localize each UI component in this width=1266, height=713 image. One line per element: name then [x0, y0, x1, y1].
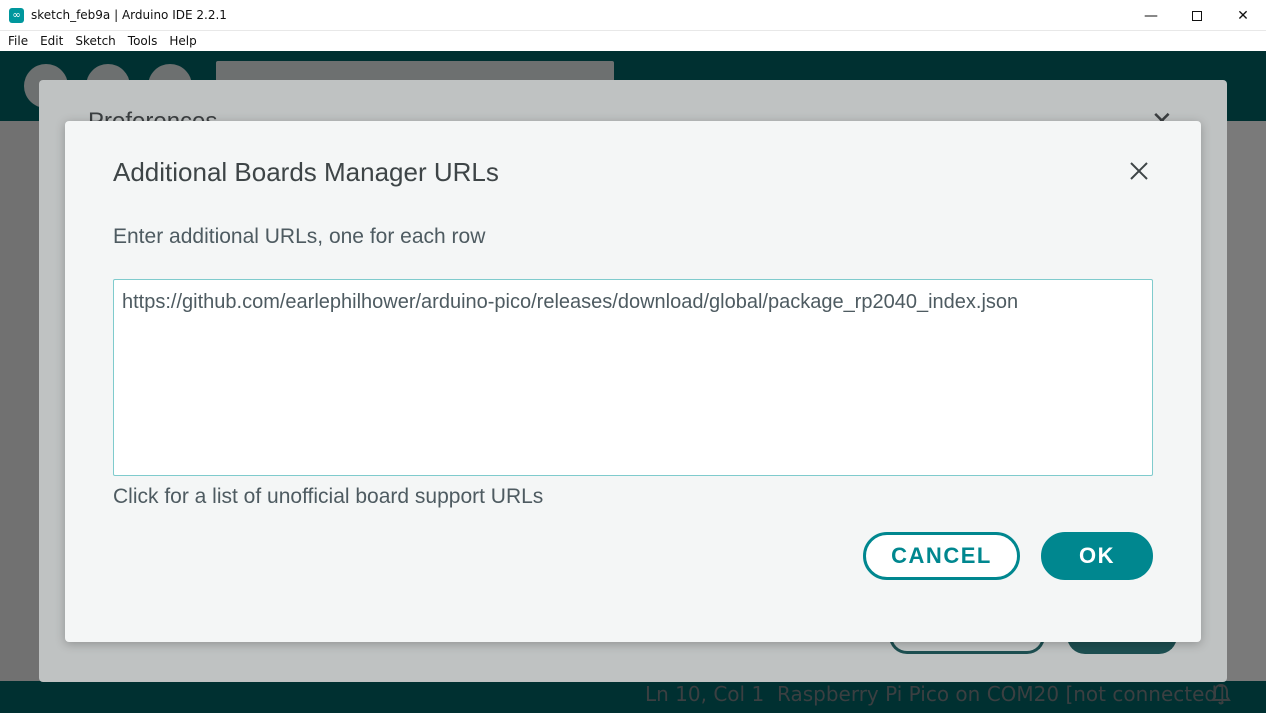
close-icon: ✕: [1237, 7, 1249, 24]
dialog-subtitle: Enter additional URLs, one for each row: [113, 225, 486, 248]
window-titlebar: ∞ sketch_feb9a | Arduino IDE 2.2.1 — ✕: [0, 0, 1266, 31]
cancel-button[interactable]: CANCEL: [863, 532, 1020, 580]
window-close-button[interactable]: ✕: [1220, 0, 1266, 31]
dialog-title: Additional Boards Manager URLs: [113, 157, 499, 187]
cursor-position: Ln 10, Col 1: [645, 682, 765, 706]
menu-tools[interactable]: Tools: [128, 34, 158, 48]
ok-button[interactable]: OK: [1041, 532, 1153, 580]
board-status: Raspberry Pi Pico on COM20 [not connecte…: [777, 682, 1225, 706]
minimize-button[interactable]: —: [1128, 0, 1174, 31]
maximize-icon: [1192, 10, 1202, 21]
close-icon[interactable]: [1125, 157, 1153, 185]
bell-icon: [1211, 683, 1231, 705]
menu-sketch[interactable]: Sketch: [75, 34, 115, 48]
menu-file[interactable]: File: [8, 34, 28, 48]
boards-manager-urls-dialog: Additional Boards Manager URLs Enter add…: [65, 121, 1201, 642]
menu-edit[interactable]: Edit: [40, 34, 63, 48]
minimize-icon: —: [1144, 7, 1158, 24]
menu-help[interactable]: Help: [169, 34, 196, 48]
board-urls-textarea[interactable]: [113, 279, 1153, 476]
maximize-button[interactable]: [1174, 0, 1220, 31]
arduino-app-icon: ∞: [9, 8, 24, 23]
unofficial-urls-link[interactable]: Click for a list of unofficial board sup…: [113, 485, 543, 509]
menu-bar: File Edit Sketch Tools Help: [0, 31, 1266, 51]
window-title: sketch_feb9a | Arduino IDE 2.2.1: [31, 8, 227, 22]
